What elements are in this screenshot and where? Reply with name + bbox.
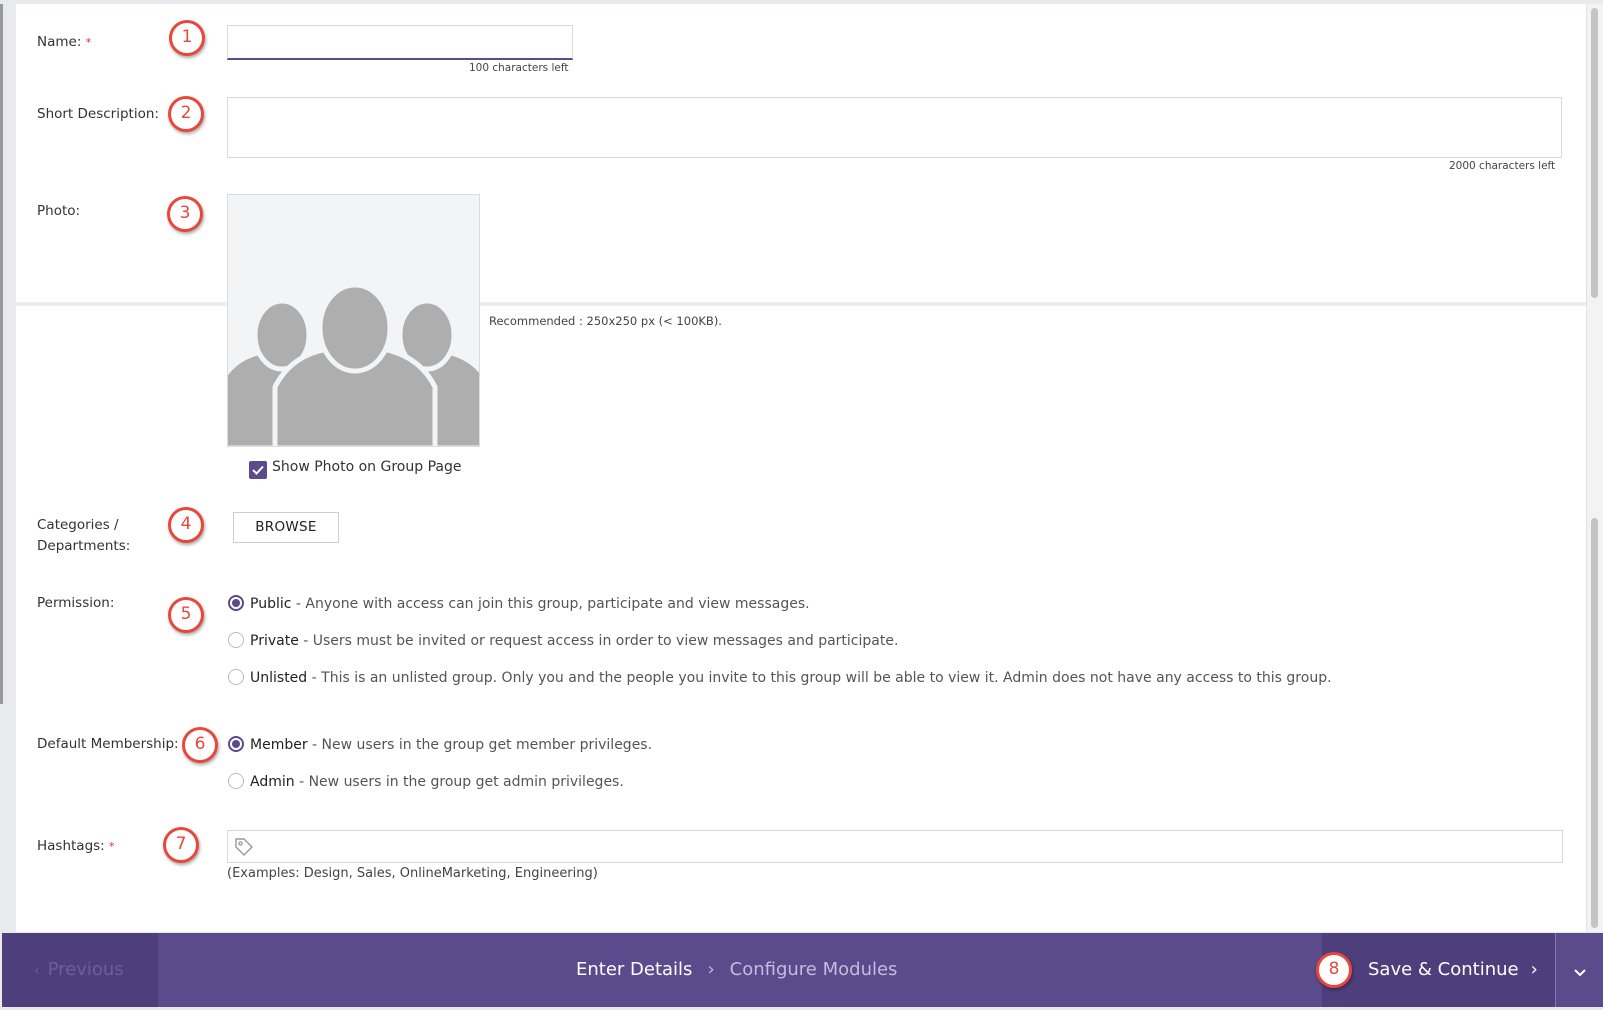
photo-label: Photo: (37, 203, 81, 219)
wizard-steps: Enter Details › Configure Modules (576, 933, 897, 1007)
hashtags-label-text: Hashtags: (37, 838, 105, 854)
option-name: Unlisted (250, 670, 308, 686)
callout-7: 7 (163, 827, 199, 863)
option-description: - New users in the group get admin privi… (294, 774, 624, 790)
hashtags-input[interactable] (227, 830, 1563, 863)
photo-recommendation: Recommended : 250x250 px (< 100KB). (489, 314, 722, 328)
previous-label: Previous (47, 959, 124, 980)
callout-4: 4 (168, 507, 204, 543)
chevron-right-icon: › (1530, 959, 1538, 980)
tag-icon (235, 838, 253, 856)
callout-3: 3 (167, 196, 203, 232)
short-description-textarea[interactable] (227, 97, 1562, 158)
checkmark-icon (252, 465, 264, 475)
show-photo-label[interactable]: Show Photo on Group Page (272, 459, 461, 475)
chevron-right-icon: › (707, 959, 715, 980)
step-enter-details[interactable]: Enter Details (576, 959, 692, 980)
radio-button[interactable] (228, 669, 244, 685)
description-char-counter: 2000 characters left (1449, 160, 1556, 172)
required-mark: * (109, 840, 115, 853)
radio-button[interactable] (228, 595, 244, 611)
radio-button[interactable] (228, 773, 244, 789)
hashtags-examples: (Examples: Design, Sales, OnlineMarketin… (227, 866, 598, 881)
option-name: Public (250, 596, 292, 612)
default-membership-label: Default Membership: (37, 736, 179, 752)
option-description: - Anyone with access can join this group… (291, 596, 810, 612)
save-continue-label: Save & Continue (1368, 959, 1519, 980)
permission-option-unlisted[interactable]: Unlisted - This is an unlisted group. On… (228, 669, 1332, 686)
callout-5: 5 (168, 597, 204, 633)
left-edge-scrollbar (0, 4, 3, 704)
chevron-left-icon: ‹ (34, 963, 40, 979)
option-name: Admin (250, 774, 295, 790)
permission-option-private[interactable]: Private - Users must be invited or reque… (228, 632, 898, 649)
name-input[interactable] (227, 25, 573, 60)
hashtags-label: Hashtags: * (37, 836, 115, 857)
radio-button[interactable] (228, 736, 244, 752)
option-description: - Users must be invited or request acces… (298, 633, 899, 649)
scrollbar-thumb-top[interactable] (1591, 8, 1598, 298)
permission-label: Permission: (37, 595, 115, 611)
option-description: - New users in the group get member priv… (307, 737, 653, 753)
callout-1: 1 (169, 20, 205, 56)
step-configure-modules[interactable]: Configure Modules (730, 959, 898, 980)
browse-button[interactable]: BROWSE (233, 512, 339, 543)
membership-option-admin[interactable]: Admin - New users in the group get admin… (228, 773, 624, 790)
short-description-label: Short Description: (37, 106, 159, 122)
show-photo-checkbox[interactable] (249, 461, 267, 479)
radio-button[interactable] (228, 632, 244, 648)
option-name: Private (250, 633, 299, 649)
required-mark: * (85, 36, 92, 49)
option-name: Member (250, 737, 308, 753)
option-description: - This is an unlisted group. Only you an… (307, 670, 1332, 686)
membership-option-member[interactable]: Member - New users in the group get memb… (228, 736, 652, 753)
name-label-text: Name: (37, 34, 82, 50)
previous-button[interactable]: ‹ Previous (2, 933, 158, 1007)
save-continue-button[interactable]: Save & Continue › (1322, 933, 1555, 1007)
categories-label-line2: Departments: (37, 538, 131, 554)
callout-6: 6 (182, 727, 218, 763)
permission-option-public[interactable]: Public - Anyone with access can join thi… (228, 595, 810, 612)
save-options-dropdown[interactable] (1555, 933, 1603, 1007)
callout-8: 8 (1316, 952, 1352, 988)
wizard-footer: ‹ Previous Enter Details › Configure Module… (2, 933, 1603, 1007)
group-photo-placeholder[interactable] (227, 194, 480, 447)
callout-2: 2 (168, 96, 204, 132)
name-char-counter: 100 characters left (469, 62, 569, 74)
categories-label-line1: Categories / (37, 517, 119, 533)
name-label: Name: * (37, 32, 91, 53)
group-avatar-icon (228, 282, 479, 446)
scrollbar-thumb-bottom[interactable] (1591, 518, 1598, 928)
chevron-down-icon (1573, 969, 1586, 977)
